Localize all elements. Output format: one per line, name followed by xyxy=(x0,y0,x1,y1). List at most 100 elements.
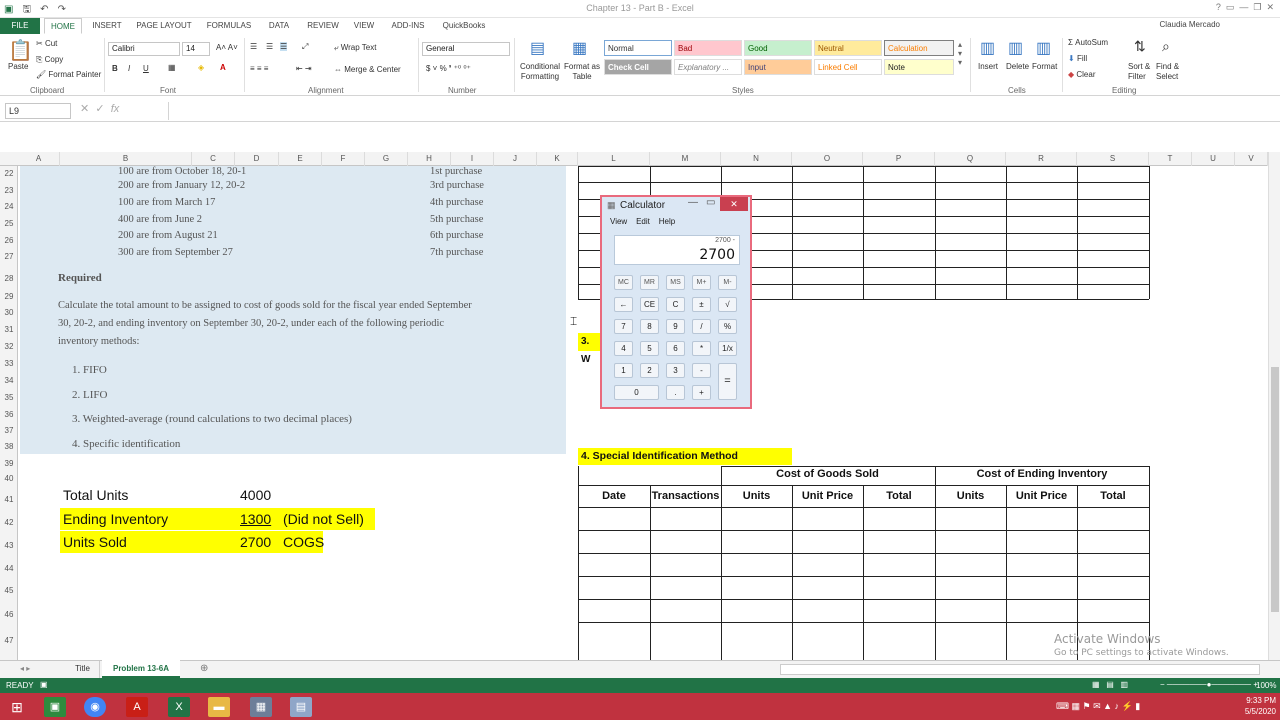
grow-font-icon[interactable]: A˄ A˅ xyxy=(216,43,238,52)
merge-center-button[interactable]: ⇔ Merge & Center xyxy=(334,65,401,74)
row-header[interactable]: 32 xyxy=(0,342,18,351)
row-header[interactable]: 30 xyxy=(0,308,18,317)
formula-input[interactable] xyxy=(168,102,1268,120)
calc-key[interactable]: M- xyxy=(718,275,737,290)
borders-icon[interactable]: ▦ xyxy=(168,63,176,72)
align-middle-icon[interactable]: ☰ xyxy=(266,42,273,51)
indent-icon[interactable]: ⇤ ⇥ xyxy=(296,64,312,73)
tab-home[interactable]: HOME xyxy=(44,18,82,34)
copy-button[interactable]: ⎘ Copy xyxy=(36,55,63,65)
italic-button[interactable]: I xyxy=(128,64,130,73)
vertical-scrollbar[interactable] xyxy=(1268,152,1280,660)
column-header[interactable]: A xyxy=(18,152,60,166)
tab-review[interactable]: REVIEW xyxy=(304,18,342,34)
style-note[interactable]: Note xyxy=(884,59,954,75)
sort-filter-button[interactable]: Sort & Filter xyxy=(1128,62,1158,82)
sheet-tab-title[interactable]: Title xyxy=(66,661,100,678)
calc-key[interactable]: . xyxy=(666,385,685,400)
column-header[interactable]: V xyxy=(1235,152,1268,166)
column-header[interactable]: E xyxy=(279,152,322,166)
calc-key[interactable]: 2 xyxy=(640,363,659,378)
calc-key[interactable]: MS xyxy=(666,275,685,290)
conditional-formatting-button[interactable]: Conditional Formatting xyxy=(518,62,562,82)
style-linked-cell[interactable]: Linked Cell xyxy=(814,59,882,75)
clear-button[interactable]: ◆ Clear xyxy=(1068,70,1096,79)
underline-button[interactable]: U xyxy=(143,64,149,73)
row-header[interactable]: 22 xyxy=(0,169,18,178)
fx-icon[interactable]: fx xyxy=(111,103,120,115)
row-header[interactable]: 23 xyxy=(0,186,18,195)
name-box[interactable]: L9 xyxy=(5,103,71,119)
row-header[interactable]: 41 xyxy=(0,495,18,504)
calc-key[interactable]: * xyxy=(692,341,711,356)
excel-taskbar-icon[interactable]: X xyxy=(168,697,190,717)
style-check-cell[interactable]: Check Cell xyxy=(604,59,672,75)
store-icon[interactable]: ▣ xyxy=(44,697,66,717)
column-header[interactable]: R xyxy=(1006,152,1077,166)
calc-key[interactable]: 1/x xyxy=(718,341,737,356)
calc-key[interactable]: + xyxy=(692,385,711,400)
row-header[interactable]: 27 xyxy=(0,252,18,261)
column-header[interactable]: N xyxy=(721,152,792,166)
acrobat-icon[interactable]: A xyxy=(126,697,148,717)
column-header[interactable]: H xyxy=(408,152,451,166)
tab-add-ins[interactable]: ADD-INS xyxy=(388,18,428,34)
calc-key[interactable]: - xyxy=(692,363,711,378)
calc-key[interactable]: % xyxy=(718,319,737,334)
app-taskbar-icon[interactable]: ▤ xyxy=(290,697,312,717)
calculator-taskbar-icon[interactable]: ▦ xyxy=(250,697,272,717)
font-name-select[interactable]: Calibri xyxy=(108,42,180,56)
chrome-icon[interactable]: ◉ xyxy=(84,697,106,717)
fill-color-icon[interactable]: ◈ xyxy=(198,63,204,72)
row-header[interactable]: 37 xyxy=(0,426,18,435)
format-cells-icon[interactable]: ▥ xyxy=(1036,38,1051,58)
zoom-slider[interactable]: − ───────●─────── + xyxy=(1160,680,1258,689)
windows-start-icon[interactable]: ⊞ xyxy=(6,697,28,717)
column-header[interactable]: F xyxy=(322,152,365,166)
sheet-tab-active[interactable]: Problem 13-6A xyxy=(102,660,180,678)
bold-button[interactable]: B xyxy=(112,64,118,73)
maximize-icon[interactable]: ▭ xyxy=(706,197,715,208)
row-header[interactable]: 46 xyxy=(0,610,18,619)
font-size-select[interactable]: 14 xyxy=(182,42,210,56)
column-header[interactable]: P xyxy=(863,152,935,166)
row-header[interactable]: 28 xyxy=(0,274,18,283)
calc-key[interactable]: 4 xyxy=(614,341,633,356)
row-header[interactable]: 40 xyxy=(0,474,18,483)
paste-button[interactable]: Paste xyxy=(8,62,28,71)
user-name[interactable]: Claudia Mercado xyxy=(1160,20,1220,29)
scrollbar-thumb[interactable] xyxy=(1271,367,1279,612)
calc-key[interactable]: 5 xyxy=(640,341,659,356)
style-explanatory[interactable]: Explanatory ... xyxy=(674,59,742,75)
calc-key[interactable]: 3 xyxy=(666,363,685,378)
calc-key[interactable]: C xyxy=(666,297,685,312)
column-header[interactable]: Q xyxy=(935,152,1006,166)
row-header[interactable]: 36 xyxy=(0,410,18,419)
align-top-icon[interactable]: ☰ xyxy=(250,42,257,51)
style-normal[interactable]: Normal xyxy=(604,40,672,56)
horizontal-scrollbar[interactable] xyxy=(780,664,1260,675)
row-header[interactable]: 43 xyxy=(0,541,18,550)
row-header[interactable]: 35 xyxy=(0,393,18,402)
row-header[interactable]: 39 xyxy=(0,459,18,468)
menu-help[interactable]: Help xyxy=(659,217,675,226)
column-header[interactable]: O xyxy=(792,152,863,166)
calc-key[interactable]: CE xyxy=(640,297,659,312)
style-good[interactable]: Good xyxy=(744,40,812,56)
find-select-button[interactable]: Find & Select xyxy=(1156,62,1186,82)
macro-icon[interactable]: ▣ xyxy=(40,680,48,689)
file-explorer-icon[interactable]: ▬ xyxy=(208,697,230,717)
calc-key[interactable]: 1 xyxy=(614,363,633,378)
column-header[interactable]: C xyxy=(192,152,235,166)
row-header[interactable]: 44 xyxy=(0,564,18,573)
row-header[interactable]: 45 xyxy=(0,586,18,595)
fill-button[interactable]: ⬇ Fill xyxy=(1068,54,1087,63)
format-as-table-icon[interactable]: ▦ xyxy=(572,38,587,58)
menu-edit[interactable]: Edit xyxy=(636,217,650,226)
column-header[interactable]: G xyxy=(365,152,408,166)
align-bottom-icon[interactable]: ☰ xyxy=(280,42,288,51)
calc-key[interactable]: √ xyxy=(718,297,737,312)
row-header[interactable]: 29 xyxy=(0,292,18,301)
insert-cells-icon[interactable]: ▥ xyxy=(980,38,995,58)
sheet-nav-icon[interactable]: ◂ ▸ xyxy=(20,664,30,673)
